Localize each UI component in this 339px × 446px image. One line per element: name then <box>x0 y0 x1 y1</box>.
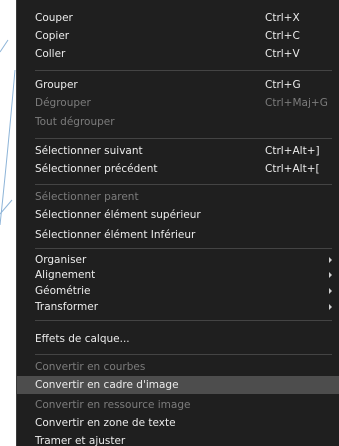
menu-item-group[interactable]: Grouper Ctrl+G <box>17 76 339 94</box>
menu-item-label: Sélectionner élément supérieur <box>35 209 201 221</box>
context-menu: Couper Ctrl+X Copier Ctrl+C Coller Ctrl+… <box>16 0 339 446</box>
menu-item-select-next[interactable]: Sélectionner suivant Ctrl+Alt+] <box>17 142 339 160</box>
menu-item-label: Transformer <box>35 301 99 313</box>
menu-item-label: Sélectionner précédent <box>35 163 158 175</box>
menu-item-select-above[interactable]: Sélectionner élément supérieur <box>17 206 339 224</box>
menu-item-shortcut: Ctrl+Maj+G <box>265 97 328 109</box>
menu-item-label: Couper <box>35 12 73 24</box>
menu-item-convert-to-curves[interactable]: Convertir en courbes <box>17 358 339 376</box>
menu-item-shortcut: Ctrl+G <box>265 79 301 91</box>
menu-item-select-parent[interactable]: Sélectionner parent <box>17 188 339 206</box>
menu-item-rasterize-and-trim[interactable]: Tramer et ajuster <box>17 432 339 446</box>
menu-separator <box>35 138 332 139</box>
menu-item-ungroup-all[interactable]: Tout dégrouper <box>17 113 339 131</box>
menu-item-label: Convertir en zone de texte <box>35 417 176 429</box>
menu-item-label: Convertir en ressource image <box>35 399 191 411</box>
menu-separator <box>35 320 332 321</box>
menu-item-label: Convertir en cadre d'image <box>35 379 179 391</box>
menu-separator <box>35 184 332 185</box>
menu-item-copy[interactable]: Copier Ctrl+C <box>17 27 339 45</box>
menu-separator <box>35 354 332 355</box>
menu-item-convert-to-text-frame[interactable]: Convertir en zone de texte <box>17 414 339 432</box>
menu-item-label: Copier <box>35 30 70 42</box>
menu-item-transform[interactable]: Transformer <box>17 298 339 316</box>
menu-item-label: Sélectionner parent <box>35 191 139 203</box>
menu-item-label: Sélectionner suivant <box>35 145 143 157</box>
menu-item-label: Dégrouper <box>35 97 91 109</box>
menu-separator <box>35 248 332 249</box>
menu-item-layer-effects[interactable]: Effets de calque... <box>17 330 339 348</box>
menu-item-cut[interactable]: Couper Ctrl+X <box>17 9 339 27</box>
menu-item-label: Tout dégrouper <box>35 116 115 128</box>
menu-separator <box>35 70 332 71</box>
menu-item-shortcut: Ctrl+Alt+[ <box>265 163 320 175</box>
menu-item-label: Sélectionner élément Inférieur <box>35 229 196 241</box>
menu-item-label: Grouper <box>35 79 78 91</box>
menu-item-shortcut: Ctrl+V <box>265 48 300 60</box>
menu-item-label: Coller <box>35 48 66 60</box>
menu-item-select-below[interactable]: Sélectionner élément Inférieur <box>17 226 339 244</box>
menu-item-paste[interactable]: Coller Ctrl+V <box>17 45 339 63</box>
menu-item-convert-to-image-resource[interactable]: Convertir en ressource image <box>17 396 339 414</box>
menu-item-label: Effets de calque... <box>35 333 130 345</box>
menu-item-shortcut: Ctrl+Alt+] <box>265 145 320 157</box>
menu-item-ungroup[interactable]: Dégrouper Ctrl+Maj+G <box>17 94 339 112</box>
menu-item-convert-to-picture-frame[interactable]: Convertir en cadre d'image <box>17 376 339 394</box>
menu-item-label: Tramer et ajuster <box>35 435 126 446</box>
menu-item-shortcut: Ctrl+C <box>265 30 300 42</box>
menu-item-shortcut: Ctrl+X <box>265 12 300 24</box>
menu-item-select-previous[interactable]: Sélectionner précédent Ctrl+Alt+[ <box>17 160 339 178</box>
menu-item-label: Convertir en courbes <box>35 361 146 373</box>
